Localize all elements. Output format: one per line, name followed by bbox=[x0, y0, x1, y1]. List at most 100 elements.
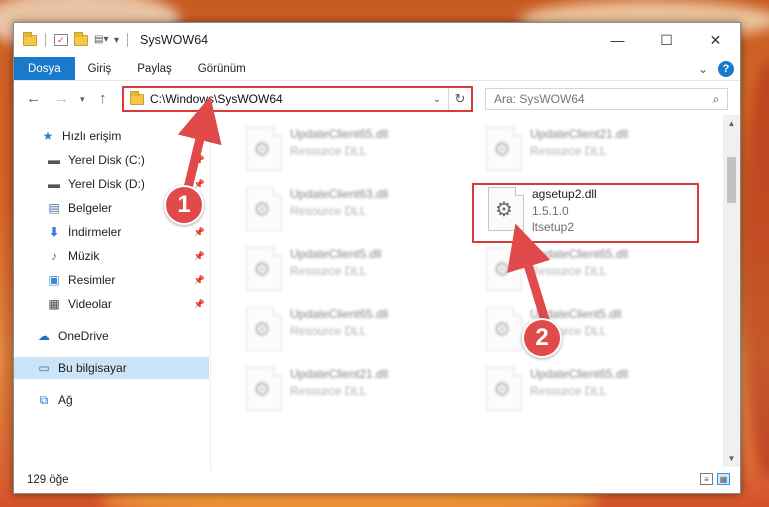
nav-item-label: Yerel Disk (C:) bbox=[68, 153, 145, 167]
search-input[interactable] bbox=[494, 92, 705, 106]
dll-file-icon: ⚙ bbox=[246, 127, 282, 171]
nav-item-music[interactable]: ♪ Müzik 📌 bbox=[14, 245, 209, 267]
refresh-icon[interactable]: ↻ bbox=[449, 91, 471, 107]
file-name: UpdateClient5.dll bbox=[290, 247, 382, 261]
nav-item-videos[interactable]: ▦ Videolar 📌 bbox=[14, 293, 209, 315]
file-item[interactable]: ⚙ UpdateClient65.dll Resource DLL bbox=[234, 123, 454, 175]
tiles-view-icon[interactable]: ▦ bbox=[717, 473, 730, 485]
pin-icon: 📌 bbox=[193, 154, 205, 165]
dll-file-icon: ⚙ bbox=[246, 247, 282, 291]
file-item[interactable]: ⚙ UpdateClient65.dll Resource DLL bbox=[234, 303, 454, 355]
file-name: UpdateClient65.dll bbox=[530, 367, 629, 381]
file-description: Resource DLL bbox=[530, 264, 607, 278]
back-icon[interactable]: ← bbox=[26, 90, 41, 107]
dll-file-icon: ⚙ bbox=[486, 127, 522, 171]
nav-item-this-pc[interactable]: ▭ Bu bilgisayar bbox=[14, 357, 209, 379]
file-item[interactable]: ⚙ UpdateClient65.dll Resource DLL bbox=[474, 363, 694, 415]
chevron-down-icon[interactable]: ▾ bbox=[114, 35, 119, 46]
item-count: 129 öğe bbox=[27, 474, 69, 486]
window-controls: — ☐ ✕ bbox=[593, 23, 740, 57]
scroll-down-icon[interactable]: ▼ bbox=[723, 450, 740, 467]
nav-item-label: Videolar bbox=[68, 297, 112, 311]
cloud-icon: ☁ bbox=[38, 329, 50, 343]
folder-icon bbox=[130, 90, 144, 105]
nav-item-network[interactable]: ⧉ Ağ bbox=[14, 389, 209, 411]
search-box[interactable]: ⌕ bbox=[485, 88, 728, 110]
properties-icon[interactable]: ✓ bbox=[54, 34, 68, 46]
up-icon[interactable]: ↑ bbox=[99, 90, 107, 107]
tab-file[interactable]: Dosya bbox=[14, 57, 75, 80]
dll-file-icon: ⚙ bbox=[246, 367, 282, 411]
file-list: ⚙ UpdateClient65.dll Resource DLL ⚙ Updat… bbox=[224, 115, 724, 465]
drive-icon: ▬ bbox=[48, 177, 60, 191]
nav-item-onedrive[interactable]: ☁ OneDrive bbox=[14, 325, 209, 347]
title-bar: ✓ ▤▾ ▾ SysWOW64 — ☐ ✕ bbox=[14, 23, 740, 57]
help-icon[interactable]: ? bbox=[718, 61, 734, 77]
search-icon[interactable]: ⌕ bbox=[705, 92, 727, 107]
status-bar: 129 öğe ≡ ▦ bbox=[14, 467, 740, 493]
divider bbox=[127, 33, 129, 47]
nav-item-label: Ağ bbox=[58, 393, 73, 407]
ribbon-right: ⌄ ? bbox=[698, 61, 734, 77]
file-item[interactable]: ⚙ UpdateClient5.dll Resource DLL bbox=[234, 243, 454, 295]
new-folder-icon[interactable] bbox=[74, 31, 88, 46]
nav-item-label: Bu bilgisayar bbox=[58, 361, 127, 375]
nav-item-quick-access[interactable]: ★ Hızlı erişim bbox=[14, 125, 209, 147]
file-name: UpdateClient63.dll bbox=[290, 187, 389, 201]
view-buttons: ≡ ▦ bbox=[700, 473, 730, 485]
file-item[interactable]: ⚙ UpdateClient65.dll Resource DLL bbox=[474, 243, 694, 295]
minimize-button[interactable]: — bbox=[593, 23, 642, 57]
dll-file-icon: ⚙ bbox=[486, 247, 522, 291]
file-name: UpdateClient65.dll bbox=[530, 247, 629, 261]
nav-item-pictures[interactable]: ▣ Resimler 📌 bbox=[14, 269, 209, 291]
forward-icon[interactable]: → bbox=[54, 90, 69, 107]
drive-icon: ▬ bbox=[48, 153, 60, 167]
file-item[interactable]: ⚙ UpdateClient5.dll Resource DLL bbox=[474, 303, 694, 355]
file-description: Resource DLL bbox=[530, 144, 607, 158]
network-icon: ⧉ bbox=[39, 392, 49, 407]
file-item[interactable]: ⚙ UpdateClient63.dll Resource DLL bbox=[234, 183, 454, 235]
pin-icon: 📌 bbox=[193, 298, 205, 309]
navigation-pane: ★ Hızlı erişim ▬ Yerel Disk (C:) 📌 ▬ Yer… bbox=[14, 120, 209, 465]
file-description: Resource DLL bbox=[290, 144, 367, 158]
address-dropdown-icon[interactable]: ⌄ bbox=[428, 94, 446, 105]
nav-item-label: Belgeler bbox=[68, 201, 113, 215]
dll-file-icon: ⚙ bbox=[246, 187, 282, 231]
tab-home[interactable]: Giriş bbox=[75, 57, 125, 80]
details-view-icon[interactable]: ≡ bbox=[700, 473, 713, 485]
file-description: Resource DLL bbox=[290, 204, 367, 218]
tab-view[interactable]: Görünüm bbox=[185, 57, 259, 80]
recent-locations-icon[interactable]: ▾ bbox=[80, 94, 85, 105]
maximize-button[interactable]: ☐ bbox=[642, 23, 691, 57]
file-name: UpdateClient65.dll bbox=[290, 307, 389, 321]
step-2-badge: 2 bbox=[522, 318, 562, 358]
customize-toolbar-icon[interactable]: ▤▾ bbox=[94, 34, 108, 46]
file-description: Resource DLL bbox=[530, 384, 607, 398]
ribbon-tabs: Dosya Giriş Paylaş Görünüm ⌄ ? bbox=[14, 57, 740, 81]
computer-icon: ▭ bbox=[38, 361, 50, 375]
file-item[interactable]: ⚙ UpdateClient21.dll Resource DLL bbox=[474, 123, 694, 175]
expand-ribbon-icon[interactable]: ⌄ bbox=[698, 62, 708, 76]
explorer-window: ✓ ▤▾ ▾ SysWOW64 — ☐ ✕ Dosya Giriş Paylaş… bbox=[13, 22, 741, 494]
address-row: ← → ▾ ↑ C:\Windows\SysWOW64 ⌄ ↻ ⌕ bbox=[14, 83, 740, 115]
close-button[interactable]: ✕ bbox=[691, 23, 740, 57]
quick-access-toolbar: ✓ ▤▾ ▾ bbox=[14, 31, 130, 47]
nav-item-drive-c[interactable]: ▬ Yerel Disk (C:) 📌 bbox=[14, 149, 209, 171]
scroll-thumb[interactable] bbox=[727, 157, 736, 203]
music-icon: ♪ bbox=[51, 249, 57, 263]
dll-file-icon: ⚙ bbox=[486, 307, 522, 351]
pane-divider[interactable] bbox=[210, 115, 211, 471]
file-name: UpdateClient65.dll bbox=[290, 127, 389, 141]
vertical-scrollbar[interactable]: ▲ ▼ bbox=[723, 115, 740, 467]
scroll-up-icon[interactable]: ▲ bbox=[723, 115, 740, 132]
address-path: C:\Windows\SysWOW64 bbox=[150, 92, 283, 106]
pictures-icon: ▣ bbox=[48, 273, 60, 287]
window-title: SysWOW64 bbox=[140, 33, 209, 47]
tab-share[interactable]: Paylaş bbox=[124, 57, 185, 80]
step-1-badge: 1 bbox=[164, 185, 204, 225]
nav-item-label: Müzik bbox=[68, 249, 100, 263]
nav-item-label: İndirmeler bbox=[68, 225, 122, 239]
file-item[interactable]: ⚙ UpdateClient21.dll Resource DLL bbox=[234, 363, 454, 415]
address-bar[interactable]: C:\Windows\SysWOW64 ⌄ ↻ bbox=[122, 86, 473, 112]
address-field[interactable]: C:\Windows\SysWOW64 ⌄ bbox=[124, 88, 449, 110]
